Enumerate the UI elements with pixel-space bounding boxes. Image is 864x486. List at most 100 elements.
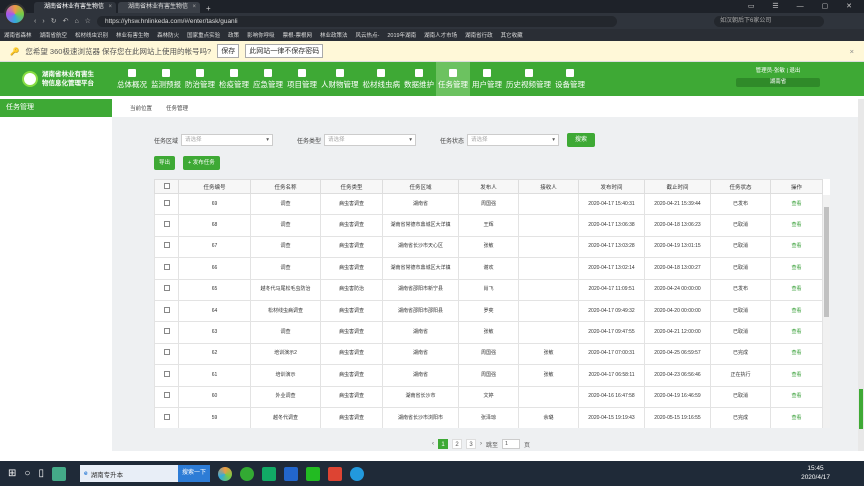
menu-item-pine-wilt[interactable]: 松材线虫病 [361, 62, 403, 96]
bookmark-item[interactable]: 松材线虫识别 [75, 31, 108, 39]
bookmark-item[interactable]: 湖南省森林 [4, 31, 32, 39]
page-button[interactable]: 1 [438, 439, 448, 449]
window-controls[interactable]: ▭ ☰ — ▢ ✕ [748, 2, 860, 10]
column-header[interactable]: 接收人 [518, 179, 579, 194]
cell-op[interactable]: 查看 [770, 235, 823, 259]
menu-item-monitoring[interactable]: 监测预报 [149, 62, 183, 96]
page-button[interactable]: 3 [466, 439, 476, 449]
app-icon[interactable] [283, 466, 298, 481]
app-icon[interactable] [51, 466, 66, 481]
bookmark-item[interactable]: 国家重点实验 [187, 31, 220, 39]
cell-op[interactable]: 查看 [770, 278, 823, 301]
column-header[interactable]: 任务名称 [250, 179, 321, 194]
cell-op[interactable]: 查看 [770, 385, 823, 408]
cell-op[interactable]: 查看 [770, 214, 823, 237]
menu-item-video[interactable]: 历史视频管理 [504, 62, 553, 96]
close-tab-icon[interactable]: × [108, 2, 112, 13]
browser-logo-icon[interactable] [4, 3, 26, 25]
row-checkbox[interactable] [154, 278, 179, 301]
bookmark-item[interactable]: 林业有害生物 [116, 31, 149, 39]
export-button[interactable]: 导出 [154, 156, 176, 170]
column-header[interactable]: 发布人 [458, 179, 519, 194]
wechat-icon[interactable] [305, 466, 320, 481]
forward-icon[interactable]: › [42, 18, 44, 25]
scrollbar-thumb[interactable] [824, 207, 829, 317]
row-checkbox[interactable] [154, 214, 179, 237]
menu-item-overview[interactable]: 总体概况 [115, 62, 149, 96]
taskbar-search-button[interactable]: 搜索一下 [177, 465, 210, 482]
menu-item-devices[interactable]: 设备管理 [553, 62, 587, 96]
menu-item-emergency[interactable]: 应急管理 [251, 62, 285, 96]
page-scrollbar[interactable] [858, 99, 864, 451]
type-select[interactable]: 请选择 ▾ [324, 134, 417, 146]
row-checkbox[interactable] [154, 299, 179, 323]
browser-search-input[interactable]: 如汉朝后下6家公司 [714, 15, 824, 27]
360-icon[interactable] [239, 466, 254, 481]
select-all-checkbox[interactable] [154, 179, 179, 194]
menu-item-quarantine[interactable]: 检疫管理 [217, 62, 251, 96]
taskbar-clock[interactable]: 15:45 2020/4/17 [801, 464, 830, 482]
region-selector[interactable]: 湖南省 [736, 78, 820, 87]
undo-icon[interactable]: ↶ [63, 17, 69, 25]
cell-op[interactable]: 查看 [770, 406, 823, 428]
new-tab-icon[interactable]: + [206, 4, 211, 13]
cell-op[interactable]: 查看 [770, 321, 823, 344]
goto-page-input[interactable]: 1 [502, 439, 521, 449]
taskbar-search-input[interactable]: 湖南专升本 [91, 469, 175, 479]
search-icon[interactable]: ○ [24, 468, 30, 479]
reload-icon[interactable]: ↻ [51, 17, 57, 25]
status-select[interactable]: 请选择 ▾ [467, 134, 560, 146]
column-header[interactable]: 任务状态 [710, 179, 771, 194]
bookmark-item[interactable]: 湖南省航空 [40, 31, 68, 39]
browser-taskbar-icon[interactable] [217, 466, 232, 481]
column-header[interactable]: 任务编号 [178, 179, 251, 194]
app-icon[interactable] [349, 466, 364, 481]
row-checkbox[interactable] [154, 257, 179, 280]
bookmark-item[interactable]: 林业政策法 [320, 31, 348, 39]
search-button[interactable]: 搜索 [567, 133, 596, 147]
menu-item-data[interactable]: 数据维护 [402, 62, 436, 96]
star-icon[interactable]: ☆ [85, 17, 91, 25]
column-header[interactable]: 任务类型 [320, 179, 383, 194]
cell-op[interactable]: 查看 [770, 192, 823, 216]
cell-op[interactable]: 查看 [770, 342, 823, 366]
row-checkbox[interactable] [154, 364, 179, 387]
bookmark-item[interactable]: 湖南省行政 [465, 31, 493, 39]
browser-tab-1[interactable]: 湖南省林业有害生物信 × [34, 2, 116, 13]
bookmark-item[interactable]: 风云热点- [355, 31, 379, 39]
powerpoint-icon[interactable] [327, 466, 342, 481]
row-checkbox[interactable] [154, 385, 179, 408]
user-info[interactable]: 管理员-张敏 | 退出 [736, 66, 820, 74]
home-icon[interactable]: ⌂ [74, 18, 78, 25]
browser-tab-2[interactable]: 湖南省林业有害生物信 × [118, 2, 200, 13]
page-button[interactable]: 2 [452, 439, 462, 449]
menu-item-project[interactable]: 项目管理 [285, 62, 319, 96]
menu-item-tasks[interactable]: 任务管理 [436, 62, 470, 96]
next-page-icon[interactable]: › [480, 441, 482, 447]
menu-item-resources[interactable]: 人财物管理 [319, 62, 361, 96]
row-checkbox[interactable] [154, 342, 179, 366]
bookmark-item[interactable]: 其它收藏 [501, 31, 523, 39]
scrollbar-thumb[interactable] [859, 389, 863, 429]
row-checkbox[interactable] [154, 321, 179, 344]
bookmark-item[interactable]: 森林防火 [157, 31, 179, 39]
close-tab-icon[interactable]: × [192, 2, 196, 13]
save-password-button[interactable]: 保存 [217, 44, 240, 58]
publish-task-button[interactable]: + 发布任务 [183, 156, 220, 170]
bookmark-item[interactable]: 湖南人才市场 [424, 31, 457, 39]
menu-item-users[interactable]: 用户管理 [470, 62, 504, 96]
windows-start-icon[interactable]: ⊞ [8, 468, 16, 479]
address-bar[interactable]: https://yhsw.hnlinkeda.com/#/enter/task/… [96, 15, 617, 27]
column-header[interactable]: 任务区域 [382, 179, 459, 194]
close-icon[interactable]: × [850, 47, 854, 56]
column-header[interactable]: 发布时间 [578, 179, 645, 194]
area-select[interactable]: 请选择 ▾ [181, 134, 274, 146]
column-header[interactable]: 截止时间 [644, 179, 711, 194]
cell-op[interactable]: 查看 [770, 257, 823, 280]
row-checkbox[interactable] [154, 406, 179, 428]
prev-page-icon[interactable]: ‹ [432, 441, 434, 447]
back-icon[interactable]: ‹ [34, 18, 36, 25]
bookmark-item[interactable]: 票根-票根网 [283, 31, 312, 39]
never-save-button[interactable]: 此网站一律不保存密码 [245, 44, 324, 58]
cell-op[interactable]: 查看 [770, 364, 823, 387]
